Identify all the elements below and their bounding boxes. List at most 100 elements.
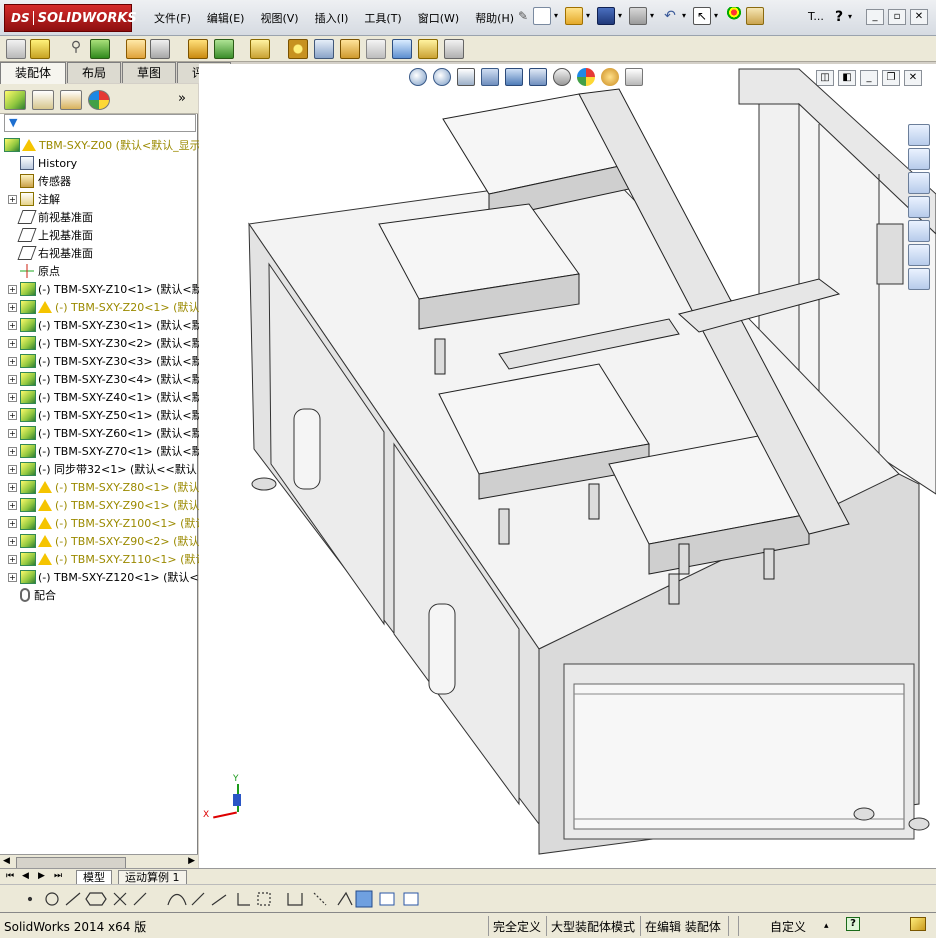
new-part-icon[interactable] bbox=[30, 39, 50, 59]
pin-icon[interactable]: ✎ bbox=[516, 7, 530, 25]
tab-layout[interactable]: 布局 bbox=[67, 62, 122, 83]
tree-item-origin[interactable]: 原点 bbox=[0, 262, 198, 280]
expand-icon[interactable]: + bbox=[8, 536, 17, 546]
solidworks-logo[interactable]: DS SOLIDWORKS bbox=[4, 4, 137, 32]
smart-fasteners-icon[interactable] bbox=[126, 39, 146, 59]
graphics-area[interactable]: ◫ ◧ _ ❐ ✕ Y X bbox=[199, 64, 936, 868]
expand-icon[interactable]: + bbox=[8, 572, 17, 582]
expand-icon[interactable]: + bbox=[8, 464, 17, 474]
linear-pattern-icon[interactable] bbox=[90, 39, 110, 59]
tree-item-component[interactable]: + (-) TBM-SXY-Z80<1> (默认< bbox=[0, 478, 209, 496]
tree-item-annotation[interactable]: + 注解 bbox=[0, 190, 198, 208]
expand-icon[interactable]: + bbox=[8, 356, 17, 366]
tree-filter-box[interactable]: ▼ bbox=[4, 114, 196, 132]
tree-item-component[interactable]: + (-) TBM-SXY-Z30<3> (默认<默 bbox=[0, 352, 203, 370]
expand-icon[interactable]: + bbox=[8, 338, 17, 348]
next-tab-icon[interactable]: ▶ bbox=[38, 871, 45, 881]
options-icon[interactable] bbox=[746, 7, 764, 25]
undo-icon[interactable]: ↶ bbox=[661, 7, 679, 25]
tab-model[interactable]: 模型 bbox=[76, 870, 112, 885]
appearances-icon[interactable] bbox=[908, 244, 930, 266]
reference-geometry-icon[interactable] bbox=[250, 39, 270, 59]
menu-view[interactable]: 视图(V) bbox=[252, 10, 306, 26]
tag-icon[interactable] bbox=[910, 917, 926, 931]
feature-tree-tab-icon[interactable] bbox=[4, 90, 26, 110]
expand-icon[interactable]: + bbox=[8, 554, 17, 564]
clearance-verification-icon[interactable] bbox=[418, 39, 438, 59]
property-manager-tab-icon[interactable] bbox=[32, 90, 54, 110]
open-folder-icon[interactable] bbox=[565, 7, 583, 25]
tree-item-sensor[interactable]: 传感器 bbox=[0, 172, 198, 190]
units-dropdown-icon[interactable]: ▴ bbox=[824, 921, 829, 931]
expand-icon[interactable]: + bbox=[8, 302, 17, 312]
expand-icon[interactable]: + bbox=[8, 410, 17, 420]
move-component-icon[interactable] bbox=[150, 39, 170, 59]
display-manager-tab-icon[interactable] bbox=[88, 90, 110, 110]
close-window-button[interactable]: ✕ bbox=[910, 9, 928, 25]
assembly-model[interactable] bbox=[199, 64, 936, 868]
tree-item-component[interactable]: + (-) 同步带32<1> (默认<<默认 bbox=[0, 460, 198, 478]
tree-root[interactable]: TBM-SXY-Z00 (默认<默认_显示 bbox=[0, 136, 201, 154]
rebuild-traffic-light-icon[interactable] bbox=[725, 7, 743, 25]
expand-icon[interactable]: + bbox=[8, 284, 17, 294]
mate-paperclip-icon[interactable]: ⚲ bbox=[66, 39, 86, 59]
chevron-down-icon[interactable]: ▾ bbox=[586, 7, 594, 25]
custom-properties-icon[interactable] bbox=[908, 268, 930, 290]
tree-item-component[interactable]: + (-) TBM-SXY-Z30<1> (默认<默 bbox=[0, 316, 203, 334]
tree-item-component[interactable]: + (-) TBM-SXY-Z90<1> (默认< bbox=[0, 496, 209, 514]
expand-icon[interactable]: + bbox=[8, 518, 17, 528]
new-motion-study-icon[interactable] bbox=[288, 39, 308, 59]
tree-item-component[interactable]: + (-) TBM-SXY-Z30<4> (默认<默 bbox=[0, 370, 203, 388]
chevron-down-icon[interactable]: ▾ bbox=[554, 7, 562, 25]
help-icon[interactable]: ? bbox=[830, 8, 848, 26]
minimize-window-button[interactable]: _ bbox=[866, 9, 884, 25]
print-icon[interactable] bbox=[629, 7, 647, 25]
file-explorer-icon[interactable] bbox=[908, 196, 930, 218]
tree-item-component[interactable]: + (-) TBM-SXY-Z30<2> (默认<默 bbox=[0, 334, 203, 352]
search-commands-truncated[interactable]: T... bbox=[808, 10, 824, 23]
expand-icon[interactable]: + bbox=[8, 500, 17, 510]
new-document-icon[interactable] bbox=[533, 7, 551, 25]
expand-icon[interactable]: + bbox=[8, 194, 17, 204]
filter-funnel-icon[interactable]: ▼ bbox=[9, 116, 17, 129]
design-library-icon[interactable] bbox=[908, 172, 930, 194]
last-tab-icon[interactable]: ⏭ bbox=[54, 871, 62, 881]
chevron-down-icon[interactable]: ▾ bbox=[682, 7, 690, 25]
view-palette-icon[interactable] bbox=[908, 220, 930, 242]
menu-insert[interactable]: 插入(I) bbox=[307, 10, 357, 26]
menu-tools[interactable]: 工具(T) bbox=[356, 10, 409, 26]
show-hidden-icon[interactable] bbox=[188, 39, 208, 59]
tree-item-plane[interactable]: 右视基准面 bbox=[0, 244, 198, 262]
tree-item-history[interactable]: History bbox=[0, 154, 198, 172]
bill-of-materials-icon[interactable] bbox=[314, 39, 334, 59]
scroll-right-icon[interactable]: ▶ bbox=[188, 856, 195, 866]
tree-item-plane[interactable]: 上视基准面 bbox=[0, 226, 198, 244]
expand-panel-icon[interactable]: » bbox=[178, 91, 186, 106]
insert-component-icon[interactable] bbox=[6, 39, 26, 59]
select-arrow-icon[interactable]: ↖ bbox=[693, 7, 711, 25]
expand-icon[interactable]: + bbox=[8, 446, 17, 456]
sketch-tools[interactable] bbox=[0, 885, 440, 913]
scroll-left-icon[interactable]: ◀ bbox=[3, 856, 10, 866]
tree-item-component[interactable]: + (-) TBM-SXY-Z90<2> (默认< bbox=[0, 532, 209, 550]
tab-motion-study-1[interactable]: 运动算例 1 bbox=[118, 870, 187, 885]
tree-item-component[interactable]: + (-) TBM-SXY-Z100<1> (默认< bbox=[0, 514, 216, 532]
interference-detection-icon[interactable] bbox=[392, 39, 412, 59]
restore-window-button[interactable]: ▫ bbox=[888, 9, 906, 25]
expand-icon[interactable]: + bbox=[8, 320, 17, 330]
quick-tips-help-icon[interactable]: ? bbox=[846, 917, 860, 931]
tree-item-plane[interactable]: 前视基准面 bbox=[0, 208, 198, 226]
tree-item-component[interactable]: + (-) TBM-SXY-Z10<1> (默认<默 bbox=[0, 280, 203, 298]
configuration-manager-tab-icon[interactable] bbox=[60, 90, 82, 110]
chevron-down-icon[interactable]: ▾ bbox=[848, 12, 852, 21]
first-tab-icon[interactable]: ⏮ bbox=[6, 871, 14, 881]
exploded-view-icon[interactable] bbox=[340, 39, 360, 59]
tab-assembly[interactable]: 装配体 bbox=[0, 62, 67, 84]
menu-window[interactable]: 窗口(W) bbox=[410, 10, 467, 26]
tab-sketch[interactable]: 草图 bbox=[122, 62, 177, 83]
chevron-down-icon[interactable]: ▾ bbox=[650, 7, 658, 25]
tree-item-mates[interactable]: 配合 bbox=[0, 586, 198, 604]
tree-item-component[interactable]: + (-) TBM-SXY-Z40<1> (默认<默 bbox=[0, 388, 203, 406]
save-icon[interactable] bbox=[597, 7, 615, 25]
home-icon[interactable] bbox=[908, 148, 930, 170]
